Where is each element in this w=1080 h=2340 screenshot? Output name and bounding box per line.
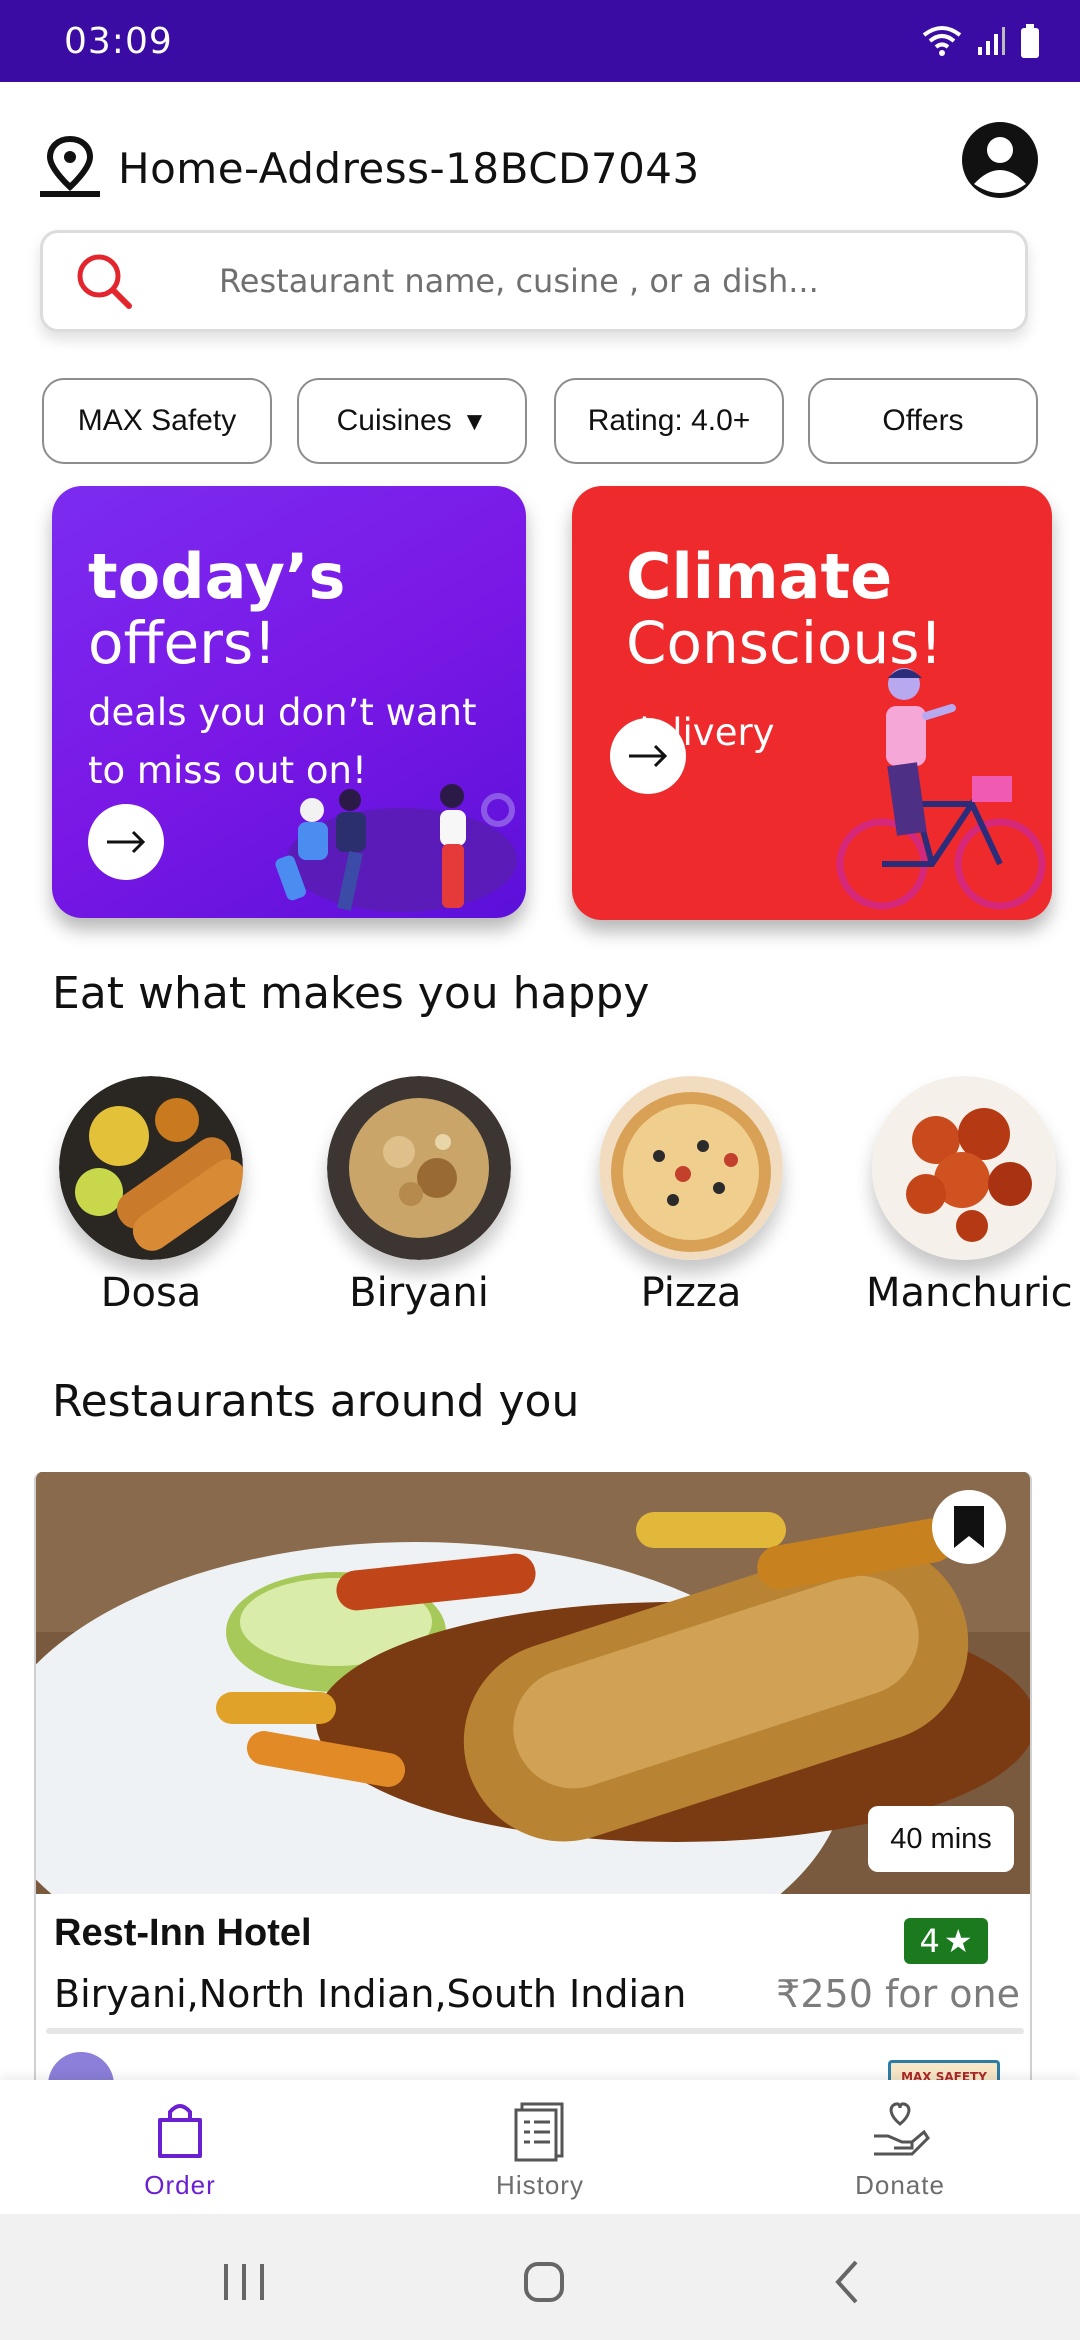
header: Home-Address-18BCD7043: [40, 120, 1040, 216]
wifi-icon: [922, 26, 962, 56]
status-bar: 03:09: [0, 0, 1080, 82]
section-title-restaurants: Restaurants around you: [52, 1376, 580, 1427]
banner-subtitle: offers!: [88, 609, 277, 677]
bookmark-button[interactable]: [932, 1490, 1006, 1564]
nav-label: History: [496, 2170, 584, 2200]
rating-value: 4: [919, 1922, 940, 1960]
section-title-happy: Eat what makes you happy: [52, 968, 650, 1019]
shopping-bag-icon: [158, 2104, 202, 2158]
biryani-image: [327, 1076, 511, 1260]
climate-arrow-button[interactable]: [610, 718, 686, 794]
restaurant-price: ₹250 for one: [776, 1972, 1020, 2016]
nav-label: Order: [144, 2170, 216, 2200]
status-icons: [922, 24, 1040, 58]
nav-donate[interactable]: Donate: [810, 2098, 990, 2201]
filter-cuisines[interactable]: Cuisines ▼: [297, 378, 527, 464]
banner-title: Climate: [626, 540, 893, 613]
category-label: Biryani: [349, 1270, 489, 1316]
restaurant-cuisines: Biryani,North Indian,South Indian: [54, 1972, 687, 2016]
heart-hand-icon: [874, 2102, 930, 2156]
battery-icon: [1021, 24, 1039, 58]
category-label: Pizza: [640, 1270, 742, 1316]
banner-line1: deals you don’t want: [88, 691, 477, 734]
recents-icon[interactable]: [214, 2252, 274, 2312]
receipt-list-icon: [514, 2102, 564, 2162]
filter-label: Rating: 4.0+: [587, 404, 751, 437]
bottom-nav: Order History Donate: [0, 2080, 1080, 2214]
category-label: Manchuric: [866, 1270, 1073, 1316]
dosa-image: [59, 1076, 243, 1260]
home-icon[interactable]: [514, 2252, 574, 2312]
climate-banner[interactable]: Climate Conscious! delivery: [572, 486, 1052, 920]
manchurian-image: [872, 1076, 1056, 1260]
nav-history[interactable]: History: [450, 2098, 630, 2201]
restaurant-card[interactable]: 40 mins Rest-Inn Hotel 4 ★ Biryani,North…: [34, 1472, 1032, 2092]
offers-banner[interactable]: today’s offers! deals you don’t want to …: [52, 486, 526, 918]
category-manchurian[interactable]: Manchuric: [866, 1076, 1080, 1316]
category-label: Dosa: [100, 1270, 202, 1316]
filter-label: MAX Safety: [77, 404, 237, 437]
filter-label: Cuisines: [336, 404, 452, 437]
filter-max-safety[interactable]: MAX Safety: [42, 378, 272, 464]
search-bar[interactable]: [40, 230, 1028, 332]
bookmark-icon: [954, 1506, 984, 1548]
filter-rating[interactable]: Rating: 4.0+: [554, 378, 784, 464]
search-icon: [77, 254, 132, 309]
nav-order[interactable]: Order: [90, 2098, 270, 2201]
filter-label: Offers: [882, 404, 964, 437]
back-icon[interactable]: [818, 2252, 878, 2312]
banner-title: today’s: [88, 540, 346, 613]
card-divider: [46, 2028, 1024, 2034]
restaurant-name[interactable]: Rest-Inn Hotel: [54, 1912, 312, 1955]
star-icon: ★: [943, 1922, 973, 1960]
arrow-right-icon: [107, 830, 146, 854]
delivery-time-badge: 40 mins: [868, 1806, 1014, 1872]
arrow-right-icon: [629, 744, 668, 768]
location-pin-icon[interactable]: [40, 135, 100, 201]
rating-badge: 4 ★: [904, 1918, 988, 1964]
system-nav-bar: [0, 2214, 1080, 2340]
profile-avatar-icon[interactable]: [960, 120, 1040, 200]
caret-down-icon: ▼: [461, 405, 488, 436]
category-pizza[interactable]: Pizza: [596, 1076, 786, 1316]
bicycle-rider-icon: [836, 668, 1046, 910]
delivery-address[interactable]: Home-Address-18BCD7043: [118, 144, 700, 193]
signal-icon: [978, 27, 1005, 55]
pizza-image: [599, 1076, 783, 1260]
category-biryani[interactable]: Biryani: [324, 1076, 514, 1316]
category-dosa[interactable]: Dosa: [56, 1076, 246, 1316]
status-time: 03:09: [64, 20, 173, 62]
filter-offers[interactable]: Offers: [808, 378, 1038, 464]
people-illustration-icon: [275, 784, 517, 912]
offers-arrow-button[interactable]: [88, 804, 164, 880]
search-input[interactable]: [219, 262, 979, 300]
nav-label: Donate: [855, 2170, 945, 2200]
